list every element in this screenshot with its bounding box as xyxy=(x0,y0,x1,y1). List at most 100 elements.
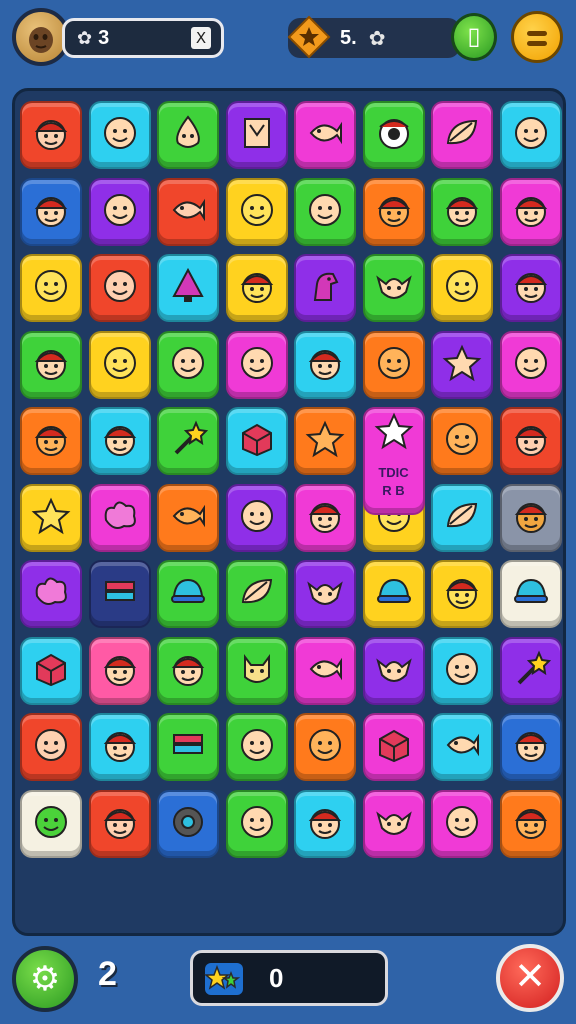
tile-star[interactable] xyxy=(20,483,82,552)
tile-person[interactable] xyxy=(225,254,288,322)
tile-box[interactable] xyxy=(362,713,425,781)
tile-horse[interactable] xyxy=(294,254,356,322)
person-icon xyxy=(168,649,208,693)
tile-smile[interactable] xyxy=(294,713,356,781)
smile-icon xyxy=(237,343,277,387)
tile-goblin[interactable] xyxy=(362,636,425,705)
person-icon xyxy=(511,419,551,463)
tile-person[interactable] xyxy=(362,177,425,246)
tile-person[interactable] xyxy=(499,177,562,246)
tile-person[interactable] xyxy=(294,789,356,858)
tile-cap[interactable] xyxy=(362,560,425,628)
tile-cone[interactable] xyxy=(157,254,219,322)
person-icon xyxy=(31,343,71,387)
tile-book[interactable] xyxy=(157,713,219,781)
tile-person[interactable] xyxy=(499,254,562,322)
tile-fish[interactable] xyxy=(294,101,356,169)
settings-button[interactable]: ⚙ xyxy=(12,946,78,1012)
book-icon xyxy=(168,725,208,769)
tile-smile[interactable] xyxy=(225,483,288,552)
eye-icon xyxy=(374,113,414,157)
tile-person[interactable] xyxy=(20,101,82,169)
tile-person[interactable] xyxy=(499,713,562,781)
tile-wand[interactable] xyxy=(157,407,219,475)
tile-smile[interactable] xyxy=(225,713,288,781)
person-icon xyxy=(305,496,345,540)
tile-box[interactable] xyxy=(20,636,82,705)
tile-cat[interactable] xyxy=(225,636,288,705)
splash-icon xyxy=(31,572,71,616)
tile-leaf[interactable] xyxy=(431,101,493,169)
tall-text-tile[interactable]: TDIC R B xyxy=(362,407,425,515)
coin-close-button[interactable]: X xyxy=(191,27,211,49)
tile-smile[interactable] xyxy=(88,330,151,399)
tile-box[interactable] xyxy=(225,407,288,475)
tile-star[interactable] xyxy=(294,407,356,475)
phone-button[interactable]: ▯ xyxy=(451,13,497,61)
tile-goblin[interactable] xyxy=(362,789,425,858)
tile-smile[interactable] xyxy=(20,713,82,781)
tile-cap[interactable] xyxy=(157,560,219,628)
star-icon xyxy=(305,419,345,463)
tile-person[interactable] xyxy=(499,789,562,858)
tile-person[interactable] xyxy=(88,407,151,475)
tile-smile[interactable] xyxy=(362,330,425,399)
tile-person[interactable] xyxy=(157,636,219,705)
tile-leaf[interactable] xyxy=(225,560,288,628)
tile-person[interactable] xyxy=(499,483,562,552)
tile-smile[interactable] xyxy=(499,330,562,399)
tile-person[interactable] xyxy=(294,330,356,399)
tile-person[interactable] xyxy=(431,560,493,628)
tile-leaf[interactable] xyxy=(431,483,493,552)
tile-fish[interactable] xyxy=(431,713,493,781)
tile-person[interactable] xyxy=(499,407,562,475)
tile-person[interactable] xyxy=(88,636,151,705)
tile-goblin[interactable] xyxy=(294,560,356,628)
tile-smile[interactable] xyxy=(225,330,288,399)
close-button[interactable]: ✕ xyxy=(496,944,564,1012)
tile-smile[interactable] xyxy=(20,789,82,858)
tile-goblin[interactable] xyxy=(362,254,425,322)
tile-splash[interactable] xyxy=(88,483,151,552)
tile-person[interactable] xyxy=(88,789,151,858)
tile-person[interactable] xyxy=(431,177,493,246)
tile-person[interactable] xyxy=(20,407,82,475)
person-icon xyxy=(442,572,482,616)
tile-smile[interactable] xyxy=(157,330,219,399)
tile-eye[interactable] xyxy=(362,101,425,169)
person-icon xyxy=(511,496,551,540)
tile-splash[interactable] xyxy=(20,560,82,628)
tile-smile[interactable] xyxy=(499,101,562,169)
tile-fish[interactable] xyxy=(157,177,219,246)
person-icon xyxy=(511,266,551,310)
tile-drop[interactable] xyxy=(157,101,219,169)
tile-smile[interactable] xyxy=(431,407,493,475)
tile-person[interactable] xyxy=(88,713,151,781)
tile-smile[interactable] xyxy=(431,789,493,858)
tile-smile[interactable] xyxy=(431,636,493,705)
tile-person[interactable] xyxy=(20,177,82,246)
tile-frame[interactable] xyxy=(225,101,288,169)
tile-fish[interactable] xyxy=(157,483,219,552)
tile-smile[interactable] xyxy=(88,254,151,322)
tile-smile[interactable] xyxy=(88,177,151,246)
tile-wand[interactable] xyxy=(499,636,562,705)
tile-smile[interactable] xyxy=(20,254,82,322)
menu-button[interactable] xyxy=(511,11,563,63)
tile-wheel[interactable] xyxy=(157,789,219,858)
tile-smile[interactable] xyxy=(294,177,356,246)
tile-cap[interactable] xyxy=(499,560,562,628)
tile-person[interactable] xyxy=(294,483,356,552)
tile-person[interactable] xyxy=(20,330,82,399)
tile-smile[interactable] xyxy=(225,789,288,858)
person-icon xyxy=(100,802,140,846)
tile-book[interactable] xyxy=(88,560,151,628)
tile-fish[interactable] xyxy=(294,636,356,705)
leaf-icon xyxy=(442,496,482,540)
tile-smile[interactable] xyxy=(225,177,288,246)
tile-smile[interactable] xyxy=(431,254,493,322)
tile-smile[interactable] xyxy=(88,101,151,169)
tile-star[interactable] xyxy=(431,330,493,399)
goblin-icon xyxy=(374,649,414,693)
star-icon xyxy=(374,411,414,455)
